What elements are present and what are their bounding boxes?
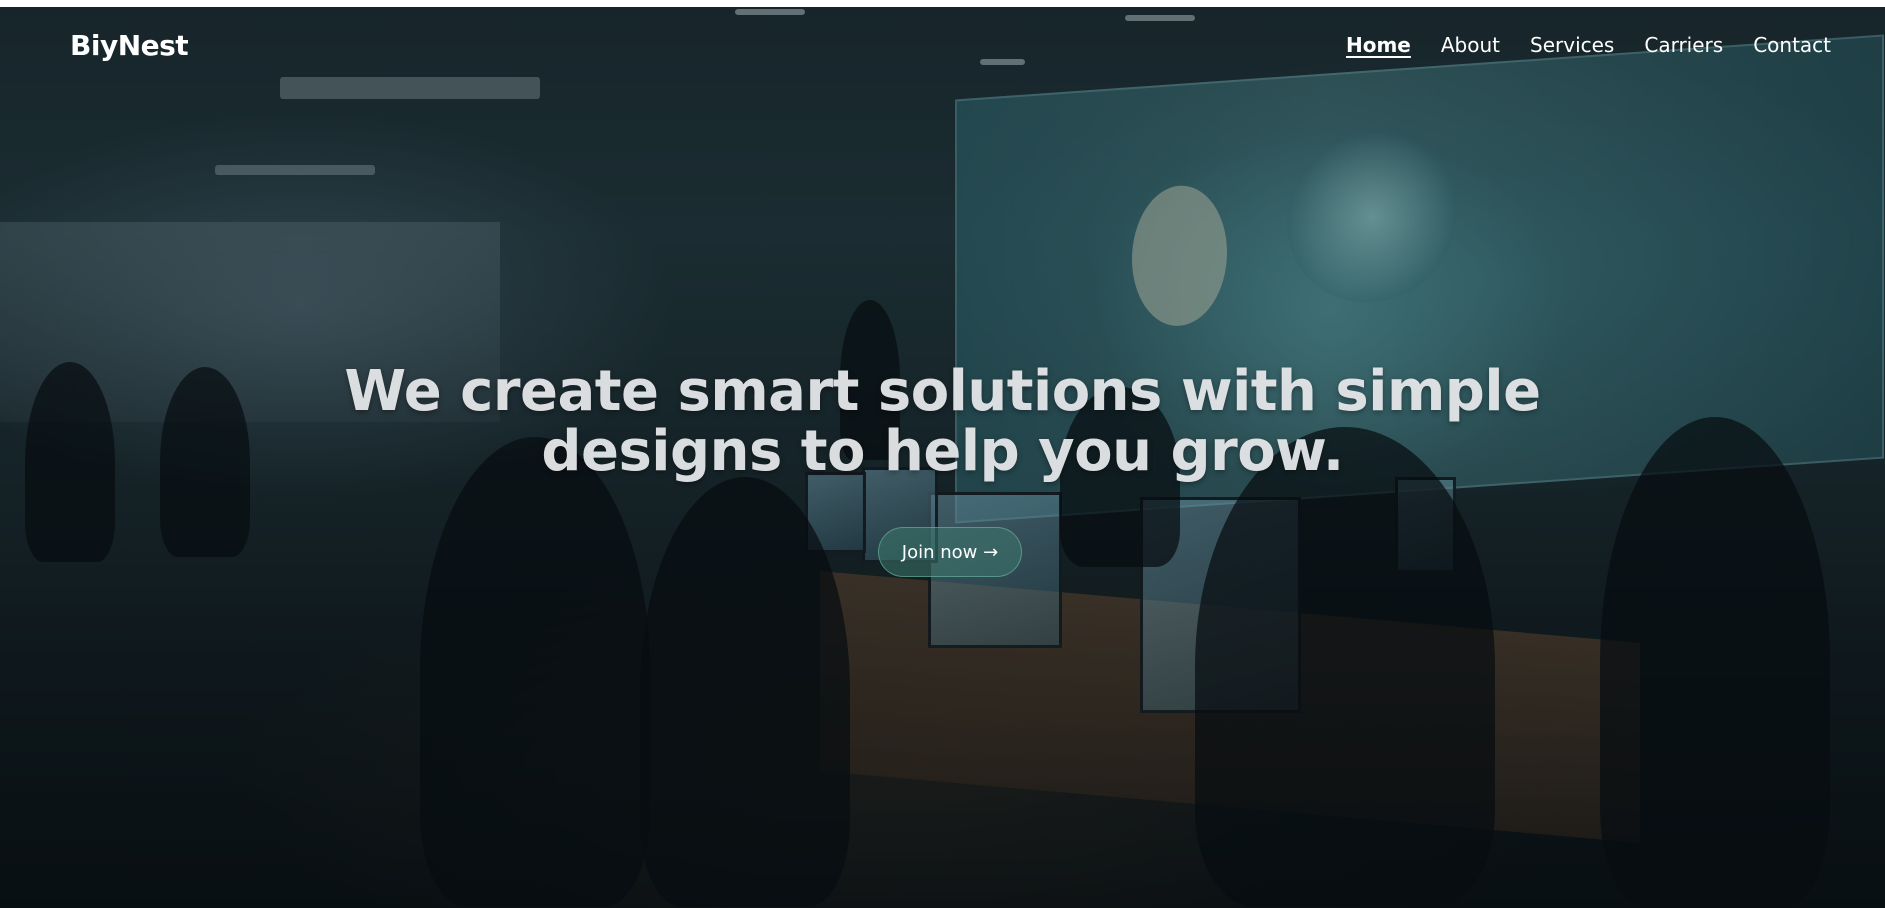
nav-link-home[interactable]: Home — [1346, 33, 1411, 57]
site-header: BiyNest Home About Services Carriers Con… — [0, 7, 1885, 87]
join-now-button[interactable]: Join now → — [878, 527, 1022, 577]
brand-logo[interactable]: BiyNest — [70, 29, 189, 62]
nav-link-services[interactable]: Services — [1530, 33, 1614, 57]
main-nav: Home About Services Carriers Contact — [1346, 33, 1831, 57]
nav-link-carriers[interactable]: Carriers — [1644, 33, 1723, 57]
nav-link-contact[interactable]: Contact — [1753, 33, 1831, 57]
hero-headline-line2: designs to help you grow. — [541, 419, 1344, 484]
hero-headline-line1: We create smart solutions with simple — [344, 359, 1541, 424]
nav-link-about[interactable]: About — [1441, 33, 1500, 57]
hero-headline: We create smart solutions with simple de… — [300, 362, 1585, 482]
